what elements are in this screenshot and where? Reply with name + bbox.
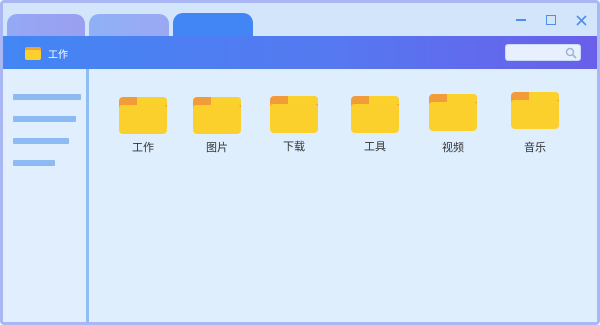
folder-grid: 工作 图片 下载 工具 视频 音乐 xyxy=(92,69,597,322)
maximize-icon xyxy=(546,15,556,25)
folder-item-tools[interactable]: 工具 xyxy=(346,96,406,166)
folder-item-pictures[interactable]: 图片 xyxy=(188,97,248,167)
close-button[interactable] xyxy=(573,12,589,28)
folder-icon xyxy=(429,94,477,131)
sidebar xyxy=(3,69,89,322)
sidebar-item-1[interactable] xyxy=(13,94,81,100)
folder-icon xyxy=(193,97,241,134)
folder-item-music[interactable]: 音乐 xyxy=(506,92,566,162)
folder-label: 工具 xyxy=(364,140,386,153)
folder-item-work[interactable]: 工作 xyxy=(114,97,174,167)
address-bar: 工作 xyxy=(3,36,597,69)
window-controls xyxy=(513,12,589,28)
tab-1[interactable] xyxy=(7,14,85,36)
folder-icon xyxy=(270,96,318,133)
folder-icon xyxy=(119,97,167,134)
minimize-icon xyxy=(516,19,526,21)
breadcrumb-label: 工作 xyxy=(48,50,68,61)
minimize-button[interactable] xyxy=(513,12,529,28)
title-bar xyxy=(3,3,597,38)
folder-label: 音乐 xyxy=(524,141,546,154)
maximize-button[interactable] xyxy=(543,12,559,28)
close-icon xyxy=(575,14,587,26)
search-icon[interactable] xyxy=(565,47,577,59)
folder-label: 图片 xyxy=(206,141,228,154)
breadcrumb[interactable]: 工作 xyxy=(25,46,68,61)
folder-icon xyxy=(25,47,41,60)
sidebar-item-3[interactable] xyxy=(13,138,69,144)
folder-item-downloads[interactable]: 下载 xyxy=(265,96,325,166)
file-manager-window: 工作 工作 图片 下载 工具 视频 音乐 xyxy=(0,0,600,325)
folder-label: 视频 xyxy=(442,141,464,154)
sidebar-item-4[interactable] xyxy=(13,160,55,166)
sidebar-item-2[interactable] xyxy=(13,116,76,122)
folder-label: 下载 xyxy=(283,140,305,153)
folder-icon xyxy=(511,92,559,129)
folder-label: 工作 xyxy=(132,141,154,154)
tab-2[interactable] xyxy=(89,14,169,36)
tab-active[interactable] xyxy=(173,13,253,38)
folder-icon xyxy=(351,96,399,133)
folder-item-videos[interactable]: 视频 xyxy=(424,94,484,164)
